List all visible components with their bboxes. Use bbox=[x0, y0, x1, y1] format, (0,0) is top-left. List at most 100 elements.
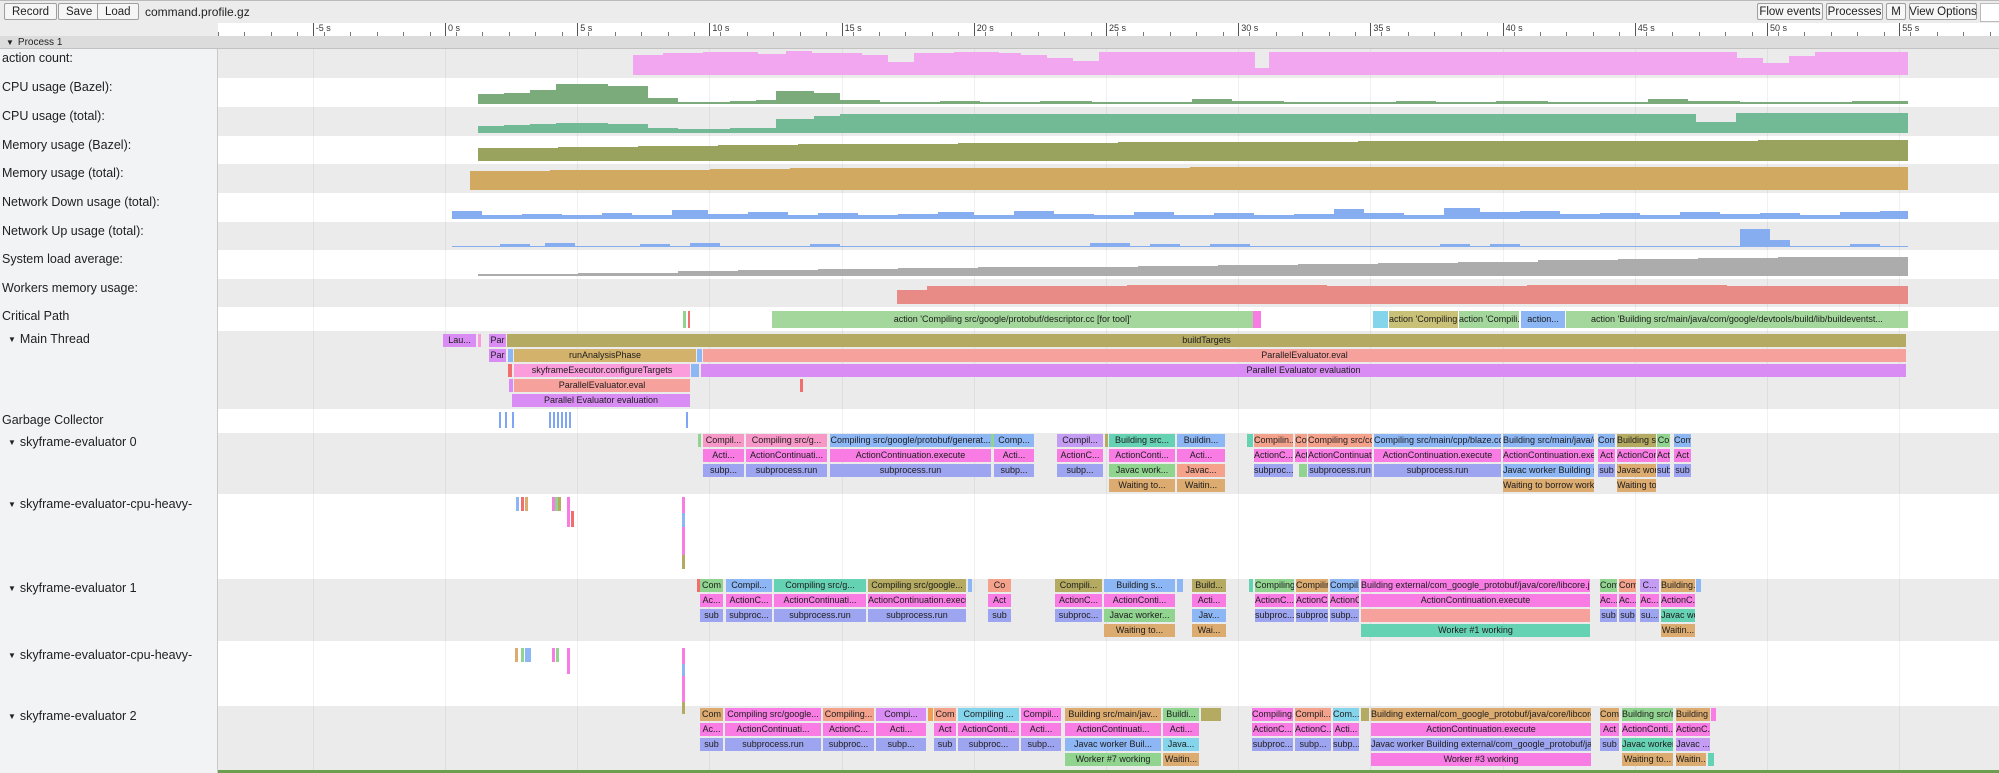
toolbar-blank-field[interactable] bbox=[1980, 3, 1999, 22]
task-span[interactable]: Build... bbox=[1192, 579, 1226, 592]
task-span[interactable]: Javac wo... bbox=[1661, 609, 1695, 622]
task-span[interactable]: sub bbox=[988, 609, 1011, 622]
task-span[interactable]: Waiting to... bbox=[1617, 479, 1656, 492]
gc-tick[interactable] bbox=[553, 412, 555, 428]
task-span[interactable]: Compil... bbox=[703, 434, 744, 447]
task-span[interactable]: Compiling... bbox=[1252, 708, 1293, 721]
task-span[interactable]: Javac worker Buil... bbox=[1065, 738, 1161, 751]
task-span[interactable] bbox=[1201, 708, 1221, 721]
task-span[interactable]: Parallel Evaluator evaluation bbox=[701, 364, 1906, 377]
task-span[interactable] bbox=[1361, 708, 1369, 721]
row-label-skyframe-evaluator-0[interactable]: ▼skyframe-evaluator 0 bbox=[8, 435, 137, 449]
record-button[interactable]: Record bbox=[4, 3, 57, 20]
task-span[interactable]: Building src... bbox=[1617, 434, 1656, 447]
row-label-skyframe-evaluator-1[interactable]: ▼skyframe-evaluator 1 bbox=[8, 581, 137, 595]
task-span[interactable]: sub bbox=[934, 738, 956, 751]
task-span[interactable]: Javac worker... bbox=[1104, 609, 1175, 622]
task-span[interactable]: Compil... bbox=[1295, 708, 1331, 721]
task-span[interactable]: sub bbox=[700, 609, 723, 622]
task-span[interactable]: Compiling src/main/cpp/blaze.cc bbox=[1374, 434, 1501, 447]
row-label-skyframe-evaluator-cpu-heavy[interactable]: ▼skyframe-evaluator-cpu-heavy- bbox=[8, 497, 192, 511]
task-span[interactable]: ActionC... bbox=[1330, 594, 1359, 607]
task-span[interactable]: Ac... bbox=[1640, 594, 1659, 607]
collapse-triangle-icon[interactable]: ▼ bbox=[8, 438, 16, 447]
task-span[interactable]: action 'Compiling src/google/protobuf/de… bbox=[772, 311, 1253, 328]
gc-tick[interactable] bbox=[569, 412, 571, 428]
task-span[interactable]: sub bbox=[1619, 609, 1636, 622]
task-span[interactable] bbox=[1249, 579, 1253, 592]
task-span[interactable]: Co bbox=[988, 579, 1011, 592]
task-span[interactable]: Javac wor... bbox=[1617, 464, 1656, 477]
task-span[interactable]: Waitin... bbox=[1177, 479, 1225, 492]
task-span[interactable]: Waitin... bbox=[1676, 753, 1706, 766]
task-span[interactable]: ActionC... bbox=[726, 594, 772, 607]
task-span[interactable]: Par bbox=[489, 334, 506, 347]
task-span[interactable] bbox=[698, 434, 701, 447]
task-span[interactable] bbox=[688, 311, 690, 328]
task-span[interactable]: ActionContinuation.execute bbox=[830, 449, 991, 462]
task-span[interactable]: ActionContinuation.execute bbox=[1361, 594, 1590, 607]
task-span[interactable]: subprocess.run bbox=[830, 464, 991, 477]
track-area[interactable]: action 'Compiling src/google/protobuf/de… bbox=[218, 49, 1999, 773]
task-span[interactable]: sub bbox=[700, 738, 723, 751]
chart-network-up-usage-total[interactable] bbox=[218, 222, 1999, 250]
task-span[interactable]: ActionContinuati... bbox=[1065, 723, 1161, 736]
gc-tick[interactable] bbox=[561, 412, 563, 428]
task-span[interactable]: Compiling src/g... bbox=[746, 434, 827, 447]
task-span[interactable]: Javac worker Building s... bbox=[1503, 464, 1594, 477]
task-span[interactable]: Acti... bbox=[876, 723, 926, 736]
task-span[interactable]: Javac worker... bbox=[1622, 738, 1673, 751]
task-span[interactable]: ActionConti... bbox=[1104, 594, 1175, 607]
task-span[interactable]: subproc... bbox=[1255, 609, 1294, 622]
cpu-heavy-tick[interactable] bbox=[567, 648, 570, 674]
task-span[interactable]: subp... bbox=[1295, 738, 1331, 751]
task-span[interactable]: ActionConti... bbox=[958, 723, 1019, 736]
task-span[interactable]: Javac... bbox=[1177, 464, 1225, 477]
task-span[interactable] bbox=[1105, 434, 1108, 447]
chart-action-count[interactable] bbox=[218, 49, 1999, 78]
task-span[interactable]: Buildin... bbox=[1177, 434, 1225, 447]
task-span[interactable]: ActionC... bbox=[1254, 449, 1293, 462]
task-span[interactable]: Compiling... bbox=[823, 708, 874, 721]
task-span[interactable]: Compiling src/google/protobuf/generat... bbox=[830, 434, 991, 447]
gc-tick[interactable] bbox=[549, 412, 551, 428]
task-span[interactable]: Ac... bbox=[700, 594, 723, 607]
task-span[interactable]: Jav... bbox=[1192, 609, 1226, 622]
task-span[interactable]: subp... bbox=[876, 738, 926, 751]
task-span[interactable]: ActionContinuation.execute bbox=[1371, 723, 1591, 736]
task-span[interactable]: subp... bbox=[1057, 464, 1103, 477]
task-span[interactable]: sub bbox=[1600, 609, 1617, 622]
task-span[interactable] bbox=[1253, 311, 1261, 328]
cpu-heavy-tick[interactable] bbox=[682, 664, 685, 676]
task-span[interactable] bbox=[1299, 464, 1307, 477]
task-span[interactable]: skyframeExecutor.configureTargets bbox=[514, 364, 690, 377]
task-span[interactable]: Compi... bbox=[876, 708, 926, 721]
task-span[interactable]: Building src/main/java/com/go... bbox=[1503, 434, 1594, 447]
task-span[interactable]: ActionContinuation.execute bbox=[1374, 449, 1501, 462]
task-span[interactable]: subp... bbox=[703, 464, 744, 477]
task-span[interactable]: Building ... bbox=[1676, 708, 1710, 721]
flow-events-button[interactable]: Flow events bbox=[1757, 3, 1823, 20]
cpu-heavy-tick[interactable] bbox=[682, 676, 685, 702]
task-span[interactable]: Javac ... bbox=[1676, 738, 1710, 751]
gc-tick[interactable] bbox=[512, 412, 514, 428]
task-span[interactable]: Javac worker Building external/com_googl… bbox=[1371, 738, 1591, 751]
metadata-button[interactable]: M bbox=[1886, 3, 1906, 20]
task-span[interactable] bbox=[478, 334, 481, 347]
collapse-triangle-icon[interactable]: ▼ bbox=[8, 335, 16, 344]
task-span[interactable] bbox=[1247, 434, 1253, 447]
task-span[interactable]: Act bbox=[934, 723, 956, 736]
task-span[interactable]: Act bbox=[1600, 723, 1619, 736]
task-span[interactable]: Compiling ... bbox=[958, 708, 1019, 721]
task-span[interactable]: Building s... bbox=[1104, 579, 1175, 592]
chart-memory-usage-total[interactable] bbox=[218, 164, 1999, 193]
task-span[interactable] bbox=[508, 349, 513, 362]
task-span[interactable]: Com bbox=[1598, 434, 1615, 447]
cpu-heavy-tick[interactable] bbox=[682, 497, 685, 513]
task-span[interactable]: sub bbox=[1674, 464, 1691, 477]
task-span[interactable]: Acti... bbox=[1333, 723, 1359, 736]
task-span[interactable]: Lau... bbox=[443, 334, 476, 347]
task-span[interactable]: Waiting to... bbox=[1104, 624, 1175, 637]
task-span[interactable]: subproc... bbox=[726, 609, 772, 622]
cpu-heavy-tick[interactable] bbox=[552, 648, 555, 662]
